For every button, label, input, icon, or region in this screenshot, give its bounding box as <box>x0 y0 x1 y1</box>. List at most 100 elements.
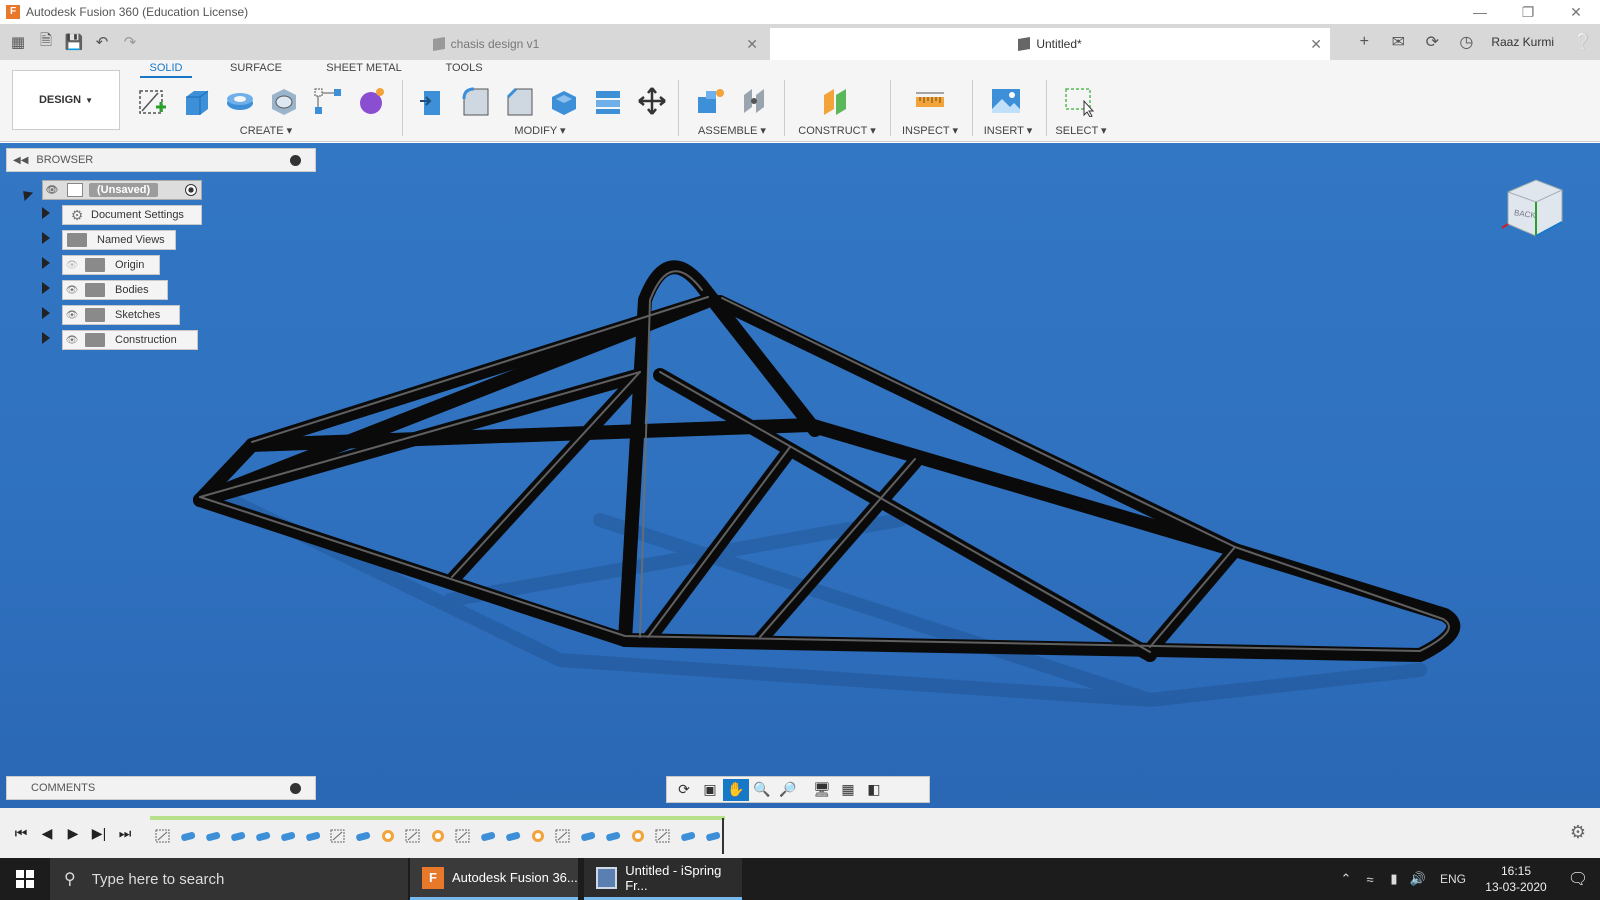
select-menu[interactable]: SELECT ▾ <box>1046 124 1116 137</box>
timeline-extrude-icon[interactable] <box>300 824 325 848</box>
shell-icon[interactable] <box>546 82 582 120</box>
chamfer-icon[interactable] <box>502 82 538 120</box>
visibility-eye-icon[interactable]: 👁 <box>63 306 81 324</box>
timeline-sketch-icon[interactable] <box>150 824 175 848</box>
browser-item-sketches[interactable]: 👁 Sketches <box>62 305 180 325</box>
timeline-extrude-icon[interactable] <box>225 824 250 848</box>
add-comment-icon[interactable] <box>290 783 301 794</box>
pattern-icon[interactable] <box>310 82 346 120</box>
offset-plane-icon[interactable] <box>818 82 854 120</box>
combine-icon[interactable] <box>590 82 626 120</box>
restore-icon[interactable]: ❐ <box>1504 0 1552 24</box>
play-icon[interactable]: ▶ <box>60 821 86 845</box>
close-tab-icon[interactable]: ✕ <box>1310 36 1322 53</box>
browser-item-construction[interactable]: 👁 Construction <box>62 330 198 350</box>
go-to-end-icon[interactable]: ⏭ <box>112 821 138 845</box>
assemble-menu[interactable]: ASSEMBLE ▾ <box>692 124 772 137</box>
timeline-sketch-icon[interactable] <box>650 824 675 848</box>
tab-sheet-metal[interactable]: SHEET METAL <box>322 60 406 78</box>
pan-hand-icon[interactable]: ✋ <box>723 778 749 801</box>
timeline-settings-gear-icon[interactable]: ⚙ <box>1570 822 1586 843</box>
browser-item-bodies[interactable]: 👁 Bodies <box>62 280 168 300</box>
comments-panel-header[interactable]: COMMENTS <box>6 776 316 800</box>
timeline-extrude-icon[interactable] <box>675 824 700 848</box>
wifi-icon[interactable]: ≈ <box>1358 872 1382 887</box>
clock[interactable]: 16:15 13-03-2020 <box>1476 863 1556 895</box>
new-component-icon[interactable] <box>692 82 728 120</box>
browser-item-origin[interactable]: 👁 Origin <box>62 255 160 275</box>
browser-item-named-views[interactable]: Named Views <box>62 230 176 250</box>
viewports-icon[interactable]: ◧ <box>861 779 887 801</box>
expand-arrow-icon[interactable] <box>42 282 50 294</box>
minimize-icon[interactable]: — <box>1456 0 1504 24</box>
show-hidden-icons-chevron-icon[interactable]: ⌃ <box>1334 871 1358 887</box>
undo-icon[interactable]: ↶ <box>90 30 114 54</box>
timeline-extrude-icon[interactable] <box>200 824 225 848</box>
insert-menu[interactable]: INSERT ▾ <box>974 124 1042 137</box>
display-settings-icon[interactable]: 🖥 <box>809 779 835 801</box>
timeline-extrude-icon[interactable] <box>575 824 600 848</box>
taskbar-app-fusion[interactable]: F Autodesk Fusion 36... <box>410 858 578 900</box>
measure-icon[interactable] <box>912 82 948 120</box>
history-clock-icon[interactable]: ◷ <box>1449 24 1483 60</box>
timeline-pipe-icon[interactable] <box>625 824 650 848</box>
windows-start-icon[interactable] <box>0 858 50 900</box>
expand-arrow-icon[interactable] <box>42 207 50 219</box>
visibility-eye-hidden-icon[interactable]: 👁 <box>63 256 81 274</box>
language-indicator[interactable]: ENG <box>1430 872 1476 886</box>
notifications-icon[interactable]: ✉ <box>1381 24 1415 60</box>
pin-icon[interactable] <box>290 155 301 166</box>
close-tab-icon[interactable]: ✕ <box>746 36 758 53</box>
taskbar-app-ispring[interactable]: Untitled - iSpring Fr... <box>584 858 742 900</box>
modify-menu[interactable]: MODIFY ▾ <box>500 124 580 137</box>
visibility-eye-icon[interactable]: 👁 <box>43 181 61 199</box>
timeline-extrude-icon[interactable] <box>475 824 500 848</box>
tab-chasis-design[interactable]: chasis design v1 ✕ <box>206 28 766 60</box>
timeline-extrude-icon[interactable] <box>250 824 275 848</box>
chassis-model[interactable] <box>0 143 1600 808</box>
grid-settings-icon[interactable]: ▦ <box>835 779 861 801</box>
3d-viewport[interactable]: BACK <box>0 143 1600 808</box>
battery-icon[interactable]: ▮ <box>1382 871 1406 887</box>
browser-item-document-settings[interactable]: ⚙ Document Settings <box>62 205 202 225</box>
action-center-icon[interactable]: 🗨 <box>1556 869 1600 889</box>
revolve-icon[interactable] <box>222 82 258 120</box>
volume-icon[interactable]: 🔊 <box>1406 871 1430 887</box>
fit-zoom-icon[interactable]: 🔎 <box>775 779 801 801</box>
insert-image-icon[interactable] <box>988 82 1024 120</box>
timeline-sketch-icon[interactable] <box>550 824 575 848</box>
timeline-pipe-icon[interactable] <box>525 824 550 848</box>
visibility-eye-icon[interactable]: 👁 <box>63 331 81 349</box>
tab-tools[interactable]: TOOLS <box>438 60 490 78</box>
timeline-extrude-icon[interactable] <box>500 824 525 848</box>
fillet-icon[interactable] <box>458 82 494 120</box>
timeline-marker[interactable] <box>722 818 724 854</box>
move-copy-icon[interactable] <box>634 82 670 120</box>
timeline-extrude-icon[interactable] <box>600 824 625 848</box>
redo-icon[interactable]: ↷ <box>118 30 142 54</box>
activate-radio-icon[interactable] <box>185 184 197 196</box>
timeline-extrude-icon[interactable] <box>175 824 200 848</box>
expand-arrow-icon[interactable] <box>42 257 50 269</box>
look-at-icon[interactable]: ▣ <box>697 779 723 801</box>
extrude-icon[interactable] <box>178 82 214 120</box>
expand-arrow-icon[interactable] <box>42 332 50 344</box>
timeline-sketch-icon[interactable] <box>450 824 475 848</box>
timeline-pipe-icon[interactable] <box>425 824 450 848</box>
save-icon[interactable]: 💾 <box>62 30 86 54</box>
collapse-panel-icon[interactable]: ◀◀ <box>13 155 28 166</box>
go-to-start-icon[interactable]: ⏮ <box>8 821 34 845</box>
tab-untitled[interactable]: Untitled* ✕ <box>770 28 1330 60</box>
create-sketch-icon[interactable] <box>134 82 170 120</box>
new-tab-icon[interactable]: + <box>1347 24 1381 60</box>
file-menu-icon[interactable]: 🗎 <box>34 30 58 54</box>
timeline-sketch-icon[interactable] <box>400 824 425 848</box>
zoom-icon[interactable]: 🔍 <box>749 779 775 801</box>
help-icon[interactable]: ❔ <box>1566 24 1600 60</box>
job-status-icon[interactable]: ⟳ <box>1415 24 1449 60</box>
tab-surface[interactable]: SURFACE <box>224 60 288 78</box>
create-menu[interactable]: CREATE ▾ <box>226 124 306 137</box>
select-icon[interactable] <box>1062 82 1098 120</box>
hole-icon[interactable] <box>266 82 302 120</box>
expand-arrow-icon[interactable] <box>42 307 50 319</box>
